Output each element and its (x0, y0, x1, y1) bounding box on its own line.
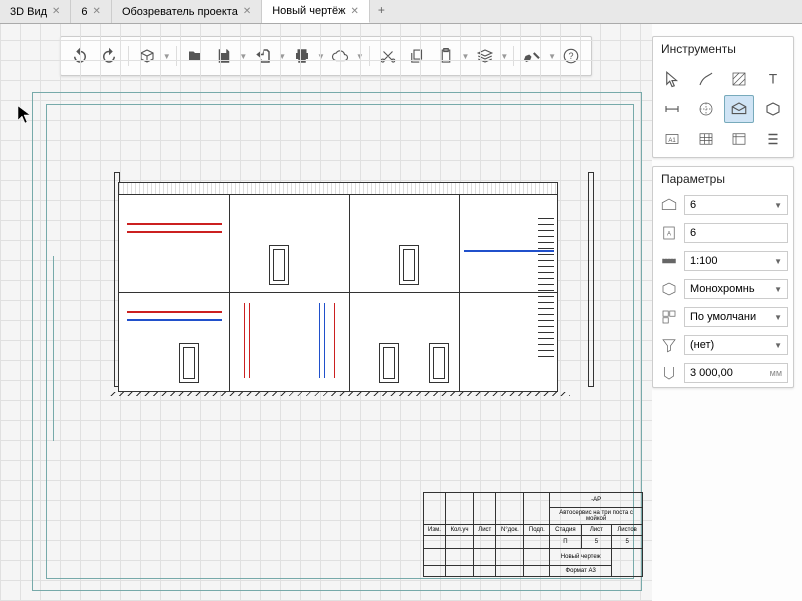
building-outline (118, 182, 558, 392)
floor-2 (119, 195, 557, 293)
list-tool[interactable] (758, 125, 788, 153)
tab-bar: 3D Вид✕ 6✕ Обозреватель проекта✕ Новый ч… (0, 0, 802, 24)
detail-icon (658, 306, 680, 328)
close-icon[interactable]: ✕ (243, 6, 251, 17)
stairs (538, 218, 554, 378)
line-tool[interactable] (691, 65, 721, 93)
tab-project-browser[interactable]: Обозреватель проекта✕ (112, 0, 262, 23)
detail-field[interactable]: По умолчани▼ (684, 307, 788, 327)
close-icon[interactable]: ✕ (350, 6, 358, 17)
tb-sheets: 5 (612, 535, 643, 548)
svg-text:A: A (667, 231, 671, 237)
sheet-name-field[interactable]: 6 (684, 223, 788, 243)
close-icon[interactable]: ✕ (93, 6, 101, 17)
axis-tool[interactable] (691, 95, 721, 123)
text-tool[interactable]: T (758, 65, 788, 93)
tb-hdr: Лист (474, 524, 496, 535)
tb-hdr: Лист (581, 524, 612, 535)
schedule-tool[interactable] (724, 125, 754, 153)
view-name-field[interactable]: 6▼ (684, 195, 788, 215)
depth-icon (658, 362, 680, 384)
svg-text:A1: A1 (668, 138, 676, 144)
canvas-area[interactable]: ▼ ▼ ▼ ▼ ▼ ▼ ▼ ▼ ? (0, 24, 652, 601)
dropdown-icon: ▼ (774, 341, 782, 350)
tb-hdr: N°док. (496, 524, 524, 535)
tb-format: Формат А3 (550, 566, 612, 577)
dropdown-icon: ▼ (774, 201, 782, 210)
box-tool[interactable] (758, 95, 788, 123)
dropdown-icon: ▼ (774, 257, 782, 266)
tab-3d-view[interactable]: 3D Вид✕ (0, 0, 71, 23)
panel-title: Инструменты (653, 37, 793, 61)
filter-icon (658, 334, 680, 356)
color-mode-field[interactable]: Монохромнь▼ (684, 279, 788, 299)
ground-hatch (110, 392, 570, 396)
tb-hdr: Стадия (550, 524, 581, 535)
tb-sheet: 5 (581, 535, 612, 548)
dropdown-icon: ▼ (774, 285, 782, 294)
table-tool[interactable] (691, 125, 721, 153)
tb-hdr: Изм. (424, 524, 446, 535)
add-tab-button[interactable]: + (370, 0, 393, 23)
tab-6[interactable]: 6✕ (71, 0, 112, 23)
unit-label: мм (770, 368, 782, 378)
filter-field[interactable]: (нет)▼ (684, 335, 788, 355)
close-icon[interactable]: ✕ (52, 6, 60, 17)
section-drawing[interactable] (100, 164, 570, 394)
tb-stage: П (550, 535, 581, 548)
tb-hdr: Кол.уч (445, 524, 473, 535)
tb-hdr: Листов (612, 524, 643, 535)
title-block[interactable]: -АР Автосервис на три поста с мойкой Изм… (423, 492, 643, 577)
scale-field[interactable]: 1:100▼ (684, 251, 788, 271)
annotation-tool[interactable]: A1 (657, 125, 687, 153)
dimension-tool[interactable] (657, 95, 687, 123)
tb-project: Автосервис на три поста с мойкой (550, 508, 643, 524)
select-tool[interactable] (657, 65, 687, 93)
tb-name: Новый чертеж (550, 548, 612, 565)
color-icon (658, 278, 680, 300)
svg-text:T: T (768, 72, 776, 87)
depth-field[interactable]: 3 000,00мм (684, 363, 788, 383)
view-icon (658, 194, 680, 216)
dropdown-icon: ▼ (774, 313, 782, 322)
tab-new-drawing[interactable]: Новый чертёж✕ (262, 0, 370, 23)
sheet-icon: A (658, 222, 680, 244)
side-stamp (44, 256, 54, 441)
cursor-icon (18, 106, 36, 124)
roof (119, 183, 557, 195)
panel-title: Параметры (653, 167, 793, 191)
hatch-tool[interactable] (724, 65, 754, 93)
tools-panel: Инструменты T A1 (652, 36, 794, 158)
side-panel: Инструменты T A1 Параметры 6▼ (652, 24, 802, 601)
params-panel: Параметры 6▼ A 6 1:100▼ Монохромнь▼ По у… (652, 166, 794, 388)
scale-icon (658, 250, 680, 272)
view-tool[interactable] (724, 95, 754, 123)
tb-hdr: Подп. (524, 524, 550, 535)
foundation-right (588, 172, 594, 387)
floor-1 (119, 293, 557, 391)
tb-code: -АР (550, 493, 643, 508)
